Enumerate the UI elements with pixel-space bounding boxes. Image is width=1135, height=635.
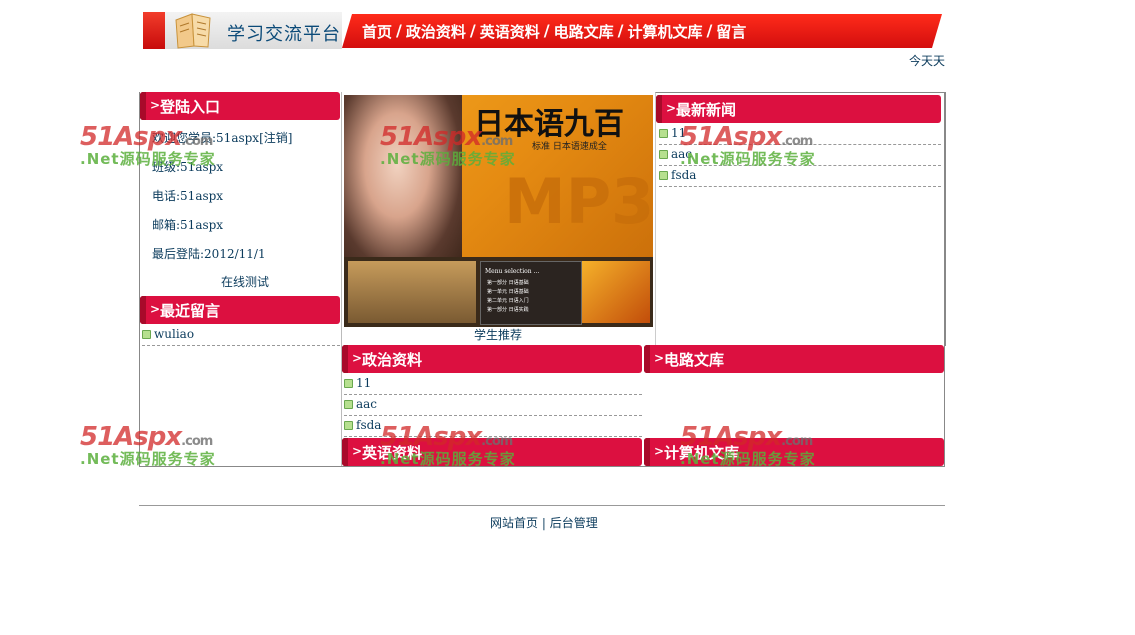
bar-accent <box>342 345 348 373</box>
banner-menu-item: 第一部分 日语基础 <box>487 280 529 286</box>
nav-english[interactable]: 英语资料 <box>480 21 540 42</box>
footer-divider <box>139 505 945 506</box>
email-text: 邮箱:51aspx <box>152 218 224 232</box>
news-link[interactable]: fsda <box>671 168 696 182</box>
banner-menu-item: 第一部分 日语实践 <box>487 307 529 313</box>
bullet-icon <box>142 330 151 339</box>
list-item[interactable]: fsda <box>344 415 642 437</box>
circuits-title: 电路文库 <box>664 351 725 369</box>
welcome-label[interactable]: 欢迎您学员:51aspx[注销] <box>152 131 292 145</box>
bar-accent <box>656 95 662 123</box>
nav-circuits[interactable]: 电路文库 <box>554 21 614 42</box>
footer-admin-link[interactable]: 后台管理 <box>550 516 598 530</box>
banner-mp3: MP3 <box>504 165 653 238</box>
recent-messages-header: > 最近留言 <box>140 296 340 324</box>
computer-title: 计算机文库 <box>664 444 740 462</box>
nav-messages[interactable]: 留言 <box>716 21 746 42</box>
nav-politics[interactable]: 政治资料 <box>406 21 466 42</box>
logo-accent <box>143 12 165 49</box>
nav-separator: / <box>706 21 713 40</box>
bar-accent <box>140 92 146 120</box>
news-link[interactable]: 11 <box>671 126 686 140</box>
login-header: > 登陆入口 <box>140 92 340 120</box>
chevron-right-icon: > <box>352 444 363 458</box>
bullet-icon <box>344 400 353 409</box>
chevron-right-icon: > <box>352 351 363 365</box>
bar-accent <box>342 438 348 466</box>
nav-separator: / <box>617 21 624 40</box>
list-item[interactable]: aac <box>659 144 941 166</box>
bar-accent <box>644 345 650 373</box>
footer-home-link[interactable]: 网站首页 <box>490 516 538 530</box>
footer: 网站首页 | 后台管理 <box>490 514 598 531</box>
login-title: 登陆入口 <box>160 98 221 116</box>
banner-badge: 标准 日本语速成全 <box>532 142 607 152</box>
list-item[interactable]: 11 <box>344 373 642 395</box>
banner-menu: Menu selection ... 第一部分 日语基础 第一单元 日语基础 第… <box>480 261 582 325</box>
banner-menu-item: 第二单元 日语入门 <box>487 298 529 304</box>
politics-title: 政治资料 <box>362 351 423 369</box>
bullet-icon <box>344 379 353 388</box>
banner-photo <box>344 95 462 270</box>
nav-computer[interactable]: 计算机文库 <box>627 21 702 42</box>
nav-separator: / <box>543 21 550 40</box>
chevron-right-icon: > <box>654 351 665 365</box>
politics-link[interactable]: aac <box>356 397 377 411</box>
banner-menu-item: 第一单元 日语基础 <box>487 289 529 295</box>
footer-separator: | <box>541 516 546 530</box>
nav-separator: / <box>396 21 402 40</box>
computer-header: > 计算机文库 <box>644 438 944 466</box>
phone-text: 电话:51aspx <box>152 189 224 203</box>
site-title: 学习交流平台 <box>227 24 341 45</box>
bullet-icon <box>659 171 668 180</box>
politics-header: > 政治资料 <box>342 345 642 373</box>
banner-image[interactable]: 日本语九百 标准 日本语速成全 MP3 Menu selection ... 第… <box>344 95 653 327</box>
latest-news-header: > 最新新闻 <box>656 95 941 123</box>
chevron-right-icon: > <box>150 302 161 316</box>
bar-accent <box>644 438 650 466</box>
bullet-icon <box>659 129 668 138</box>
divider <box>340 466 945 467</box>
nav-home[interactable]: 首页 <box>362 21 392 42</box>
latest-news-title: 最新新闻 <box>676 101 737 119</box>
nav-items: 首页 / 政治资料 / 英语资料 / 电路文库 / 计算机文库 / 留言 <box>362 21 746 42</box>
chevron-right-icon: > <box>654 444 665 458</box>
recent-messages-title: 最近留言 <box>160 302 221 320</box>
message-link[interactable]: wuliao <box>154 327 194 341</box>
nav-separator: / <box>469 21 476 40</box>
list-item[interactable]: 11 <box>659 123 941 145</box>
last-login-text: 最后登陆:2012/11/1 <box>152 247 266 261</box>
chevron-right-icon: > <box>150 98 161 112</box>
politics-link[interactable]: 11 <box>356 376 371 390</box>
divider <box>944 92 945 466</box>
bullet-icon <box>659 150 668 159</box>
banner-caption[interactable]: 学生推荐 <box>474 326 522 343</box>
banner-menu-title: Menu selection ... <box>485 268 540 275</box>
site-logo[interactable]: 学习交流平台 <box>143 12 342 49</box>
list-item[interactable]: fsda <box>659 165 941 187</box>
welcome-text: 欢迎您学员:51aspx[注销] <box>152 129 292 146</box>
chevron-right-icon: > <box>666 101 677 115</box>
online-test-link[interactable]: 在线测试 <box>221 273 269 290</box>
banner-title: 日本语九百 <box>474 107 624 142</box>
bar-accent <box>140 296 146 324</box>
main-nav: 首页 / 政治资料 / 英语资料 / 电路文库 / 计算机文库 / 留言 <box>342 14 942 48</box>
list-item[interactable]: wuliao <box>142 324 340 346</box>
banner-thumb-1 <box>348 261 476 323</box>
english-header: > 英语资料 <box>342 438 642 466</box>
class-text: 班级:51aspx <box>152 160 224 174</box>
banner-thumb-2 <box>582 261 650 323</box>
politics-link[interactable]: fsda <box>356 418 381 432</box>
book-icon <box>175 13 211 49</box>
date-text: 今天天 <box>909 54 946 68</box>
english-title: 英语资料 <box>362 444 423 462</box>
bullet-icon <box>344 421 353 430</box>
circuits-header: > 电路文库 <box>644 345 944 373</box>
list-item[interactable]: aac <box>344 394 642 416</box>
news-link[interactable]: aac <box>671 147 692 161</box>
